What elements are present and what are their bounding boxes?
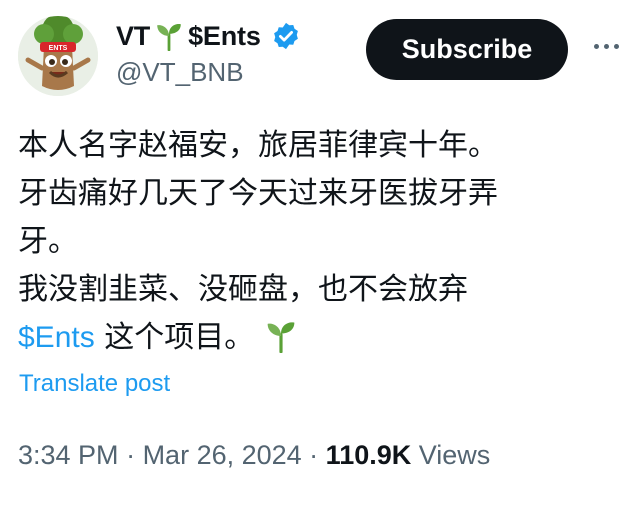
- avatar[interactable]: ENTS: [18, 16, 98, 96]
- svg-text:ENTS: ENTS: [49, 45, 68, 52]
- tweet-line-3: 牙。: [18, 224, 78, 259]
- views-label: Views: [411, 440, 491, 470]
- author-handle[interactable]: @VT_BNB: [116, 54, 301, 90]
- author-info: VT $Ents @VT_BNB: [116, 18, 301, 90]
- translate-post-link[interactable]: Translate post: [19, 370, 170, 398]
- tweet-metadata: 3:34 PM · Mar 26, 2024 · 110.9K Views: [18, 440, 490, 471]
- more-horizontal-icon-dot: [613, 43, 619, 49]
- tweet-line-4: 我没割韭菜、没砸盘，也不会放弃: [18, 272, 468, 307]
- tweet-line-5: $Ents 这个项目。: [18, 314, 618, 362]
- tweet-line-1: 本人名字赵福安，旅居菲律宾十年。: [18, 128, 498, 163]
- tweet-time[interactable]: 3:34 PM: [18, 440, 119, 470]
- views-count[interactable]: 110.9K: [326, 440, 412, 470]
- more-horizontal-icon-dot: [603, 43, 609, 49]
- meta-separator: ·: [118, 440, 143, 470]
- more-options-button[interactable]: [588, 34, 624, 58]
- verified-badge-icon[interactable]: [271, 21, 301, 51]
- author-display-name[interactable]: VT $Ents: [116, 18, 301, 54]
- seedling-icon: [267, 322, 295, 353]
- more-horizontal-icon-dot: [593, 43, 599, 49]
- tweet-text: 本人名字赵福安，旅居菲律宾十年。 牙齿痛好几天了今天过来牙医拔牙弄 牙。 我没割…: [18, 122, 618, 362]
- display-name-suffix: $Ents: [188, 21, 261, 51]
- subscribe-button[interactable]: Subscribe: [366, 19, 568, 80]
- avatar-tree-character-image: ENTS: [18, 16, 98, 96]
- seedling-icon: [157, 24, 181, 51]
- display-name-prefix: VT: [116, 21, 151, 51]
- tweet-line-5-text: 这个项目。: [94, 320, 255, 355]
- cashtag-link[interactable]: $Ents: [18, 321, 95, 354]
- tweet-line-2: 牙齿痛好几天了今天过来牙医拔牙弄: [18, 176, 498, 211]
- tweet-date[interactable]: Mar 26, 2024: [143, 440, 302, 470]
- tweet-header: ENTS VT $Ents @VT_BNB Subscribe: [16, 16, 624, 96]
- meta-separator: ·: [301, 440, 326, 470]
